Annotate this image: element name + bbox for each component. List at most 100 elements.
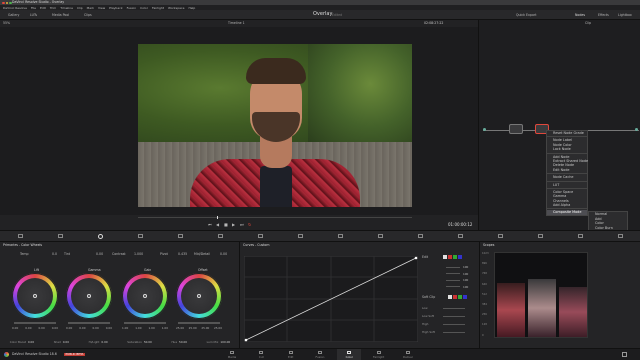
param-value[interactable]: 0.00 (28, 340, 34, 344)
wheel-handle[interactable] (87, 294, 91, 298)
sc-link[interactable] (448, 295, 452, 299)
soft-slider[interactable] (443, 315, 465, 317)
3d-icon[interactable] (617, 234, 623, 238)
sc-blue[interactable] (463, 295, 467, 299)
wheel-slider-gain[interactable] (124, 322, 166, 324)
home-icon[interactable] (622, 352, 627, 357)
color-warper-icon[interactable] (297, 234, 303, 238)
edit-slider[interactable] (446, 266, 460, 268)
close-window-icon[interactable] (2, 1, 5, 4)
wheel-value[interactable]: 25.00 (214, 326, 222, 330)
wheel-value[interactable]: 1.00 (162, 326, 168, 330)
pivot-value[interactable]: 0.435 (178, 252, 187, 256)
curves-icon[interactable] (257, 234, 263, 238)
context-item-lock-node[interactable]: Lock Node (547, 147, 587, 151)
reverse-icon[interactable]: ◀ (216, 223, 219, 227)
output-dot[interactable] (635, 128, 638, 131)
temp-value[interactable]: 0.0 (52, 252, 57, 256)
gallery-button[interactable]: Gallery (8, 13, 19, 17)
rgb-mixer-icon[interactable] (177, 234, 183, 238)
page-fairlight[interactable]: Fairlight (367, 349, 391, 360)
menu-timeline[interactable]: Timeline (60, 6, 73, 10)
loop-icon[interactable]: ↻ (248, 223, 251, 227)
tracker-icon[interactable] (417, 234, 423, 238)
magic-mask-icon[interactable] (457, 234, 463, 238)
link-channel[interactable] (443, 255, 447, 259)
zoom-level[interactable]: 55% (3, 21, 10, 25)
param-value[interactable]: 50.00 (144, 340, 152, 344)
nodes-button[interactable]: Nodes (575, 13, 585, 17)
sizing-icon[interactable] (577, 234, 583, 238)
wheel-value[interactable]: 0.00 (12, 326, 18, 330)
effects-button[interactable]: Effects (598, 13, 609, 17)
playhead[interactable] (217, 216, 218, 219)
blue-channel[interactable] (458, 255, 462, 259)
page-edit[interactable]: Edit (279, 349, 303, 360)
color-wheel-gain[interactable] (122, 273, 168, 319)
param-value[interactable]: 0.00 (101, 340, 107, 344)
input-dot[interactable] (483, 128, 486, 131)
menu-edit[interactable]: Edit (40, 6, 46, 10)
wheel-handle[interactable] (143, 294, 147, 298)
param-value[interactable]: 50.00 (179, 340, 187, 344)
menu-color[interactable]: Color (140, 6, 148, 10)
skip-start-icon[interactable]: ⏮ (208, 223, 212, 227)
edit-value[interactable]: 100 (463, 272, 468, 276)
param-value[interactable]: 0.00 (63, 340, 69, 344)
wheel-handle[interactable] (33, 294, 37, 298)
wheel-value[interactable]: 0.00 (93, 326, 99, 330)
menu-mark[interactable]: Mark (87, 6, 94, 10)
contrast-value[interactable]: 1.000 (134, 252, 143, 256)
luts-button[interactable]: LUTs (30, 13, 37, 17)
menu-playback[interactable]: Playback (109, 6, 122, 10)
softclip-swatches[interactable] (448, 295, 467, 299)
context-item-lut[interactable]: LUT (547, 183, 587, 187)
wheel-value[interactable]: 0.00 (66, 326, 72, 330)
edit-slider[interactable] (446, 286, 460, 288)
page-fusion[interactable]: Fusion (308, 349, 332, 360)
context-item-reset-node-grade[interactable]: Reset Node Grade (547, 131, 587, 135)
menu-fairlight[interactable]: Fairlight (152, 6, 164, 10)
tint-value[interactable]: 0.00 (96, 252, 103, 256)
menu-workspace[interactable]: Workspace (168, 6, 184, 10)
param-value[interactable]: 100.00 (220, 340, 230, 344)
menu-fusion[interactable]: Fusion (127, 6, 137, 10)
wheel-slider-lift[interactable] (14, 322, 56, 324)
context-item-node-cache[interactable]: Node Cache (547, 175, 587, 179)
play-icon[interactable]: ▶ (232, 223, 235, 227)
soft-slider[interactable] (443, 307, 465, 309)
qualifier-icon[interactable] (337, 234, 343, 238)
channel-swatches[interactable] (443, 255, 462, 259)
wheel-value[interactable]: 1.00 (135, 326, 141, 330)
soft-slider[interactable] (443, 331, 465, 333)
edit-value[interactable]: 100 (463, 285, 468, 289)
md-value[interactable]: 0.00 (220, 252, 227, 256)
sc-red[interactable] (453, 295, 457, 299)
wheel-value[interactable]: 25.00 (201, 326, 209, 330)
node-01[interactable] (509, 124, 523, 134)
page-deliver[interactable]: Deliver (396, 349, 420, 360)
wheel-value[interactable]: 0.00 (39, 326, 45, 330)
wheel-value[interactable]: 1.00 (149, 326, 155, 330)
wheel-value[interactable]: 0.00 (52, 326, 58, 330)
page-cut[interactable]: Cut (249, 349, 273, 360)
wheel-value[interactable]: 1.00 (122, 326, 128, 330)
window-icon[interactable] (377, 234, 383, 238)
sc-green[interactable] (458, 295, 462, 299)
menu-trim[interactable]: Trim (50, 6, 56, 10)
wheel-value[interactable]: 0.00 (79, 326, 85, 330)
color-wheel-gamma[interactable] (66, 273, 112, 319)
wheel-slider-gamma[interactable] (68, 322, 110, 324)
skip-end-icon[interactable]: ⏭ (240, 223, 244, 227)
menu-file[interactable]: File (31, 6, 36, 10)
motion-effects-icon[interactable] (217, 234, 223, 238)
scrubber[interactable] (138, 217, 412, 218)
color-wheel-offset[interactable] (176, 273, 222, 319)
minimize-window-icon[interactable] (5, 1, 9, 4)
color-match-icon[interactable] (57, 234, 63, 238)
wheel-handle[interactable] (197, 294, 201, 298)
media-pool-button[interactable]: Media Pool (52, 13, 69, 17)
context-item-add-alpha[interactable]: Add Alpha (547, 203, 587, 207)
key-icon[interactable] (537, 234, 543, 238)
wheel-slider-offset[interactable] (178, 322, 220, 324)
